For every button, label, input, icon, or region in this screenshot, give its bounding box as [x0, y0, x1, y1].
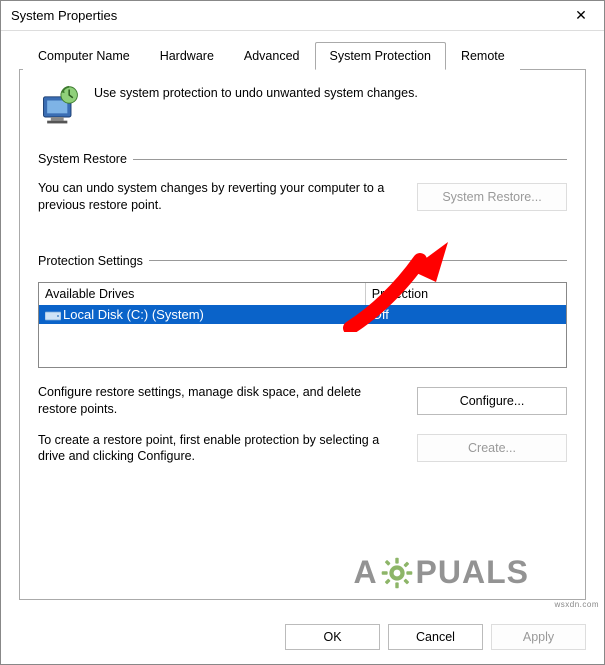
system-restore-text: You can undo system changes by reverting…: [38, 180, 403, 214]
create-row: To create a restore point, first enable …: [38, 432, 567, 466]
system-restore-group-header: System Restore: [38, 152, 567, 166]
close-icon: ✕: [575, 7, 587, 24]
system-restore-label: System Restore: [38, 152, 133, 166]
create-text: To create a restore point, first enable …: [38, 432, 403, 466]
apply-button[interactable]: Apply: [491, 624, 586, 650]
tab-hardware[interactable]: Hardware: [145, 42, 229, 70]
table-body: Local Disk (C:) (System) Off: [39, 305, 566, 367]
cancel-button[interactable]: Cancel: [388, 624, 483, 650]
drive-name: Local Disk (C:) (System): [63, 307, 204, 322]
protection-settings-group-header: Protection Settings: [38, 254, 567, 268]
titlebar: System Properties ✕: [1, 1, 604, 31]
col-protection[interactable]: Protection: [366, 283, 566, 305]
configure-button[interactable]: Configure...: [417, 387, 567, 415]
drive-protection: Off: [366, 305, 566, 324]
drives-table: Available Drives Protection Local Disk (…: [38, 282, 567, 368]
tab-computer-name[interactable]: Computer Name: [23, 42, 145, 70]
window-title: System Properties: [11, 8, 117, 23]
window: System Properties ✕ Computer Name Hardwa…: [0, 0, 605, 665]
dialog-footer: OK Cancel Apply: [1, 614, 604, 664]
system-restore-icon: [38, 84, 82, 128]
configure-row: Configure restore settings, manage disk …: [38, 384, 567, 418]
drive-icon: [45, 308, 61, 321]
system-restore-button[interactable]: System Restore...: [417, 183, 567, 211]
ok-button[interactable]: OK: [285, 624, 380, 650]
table-row[interactable]: Local Disk (C:) (System) Off: [39, 305, 566, 324]
tab-panel: Use system protection to undo unwanted s…: [19, 70, 586, 600]
intro-text: Use system protection to undo unwanted s…: [94, 84, 418, 100]
divider: [133, 159, 567, 160]
protection-settings-label: Protection Settings: [38, 254, 149, 268]
tab-advanced[interactable]: Advanced: [229, 42, 315, 70]
system-restore-row: You can undo system changes by reverting…: [38, 180, 567, 214]
close-button[interactable]: ✕: [558, 1, 604, 31]
col-drives[interactable]: Available Drives: [39, 283, 366, 305]
watermark-text: wsxdn.com: [554, 600, 599, 609]
configure-text: Configure restore settings, manage disk …: [38, 384, 403, 418]
content: Computer Name Hardware Advanced System P…: [1, 31, 604, 614]
table-header: Available Drives Protection: [39, 283, 566, 305]
intro-row: Use system protection to undo unwanted s…: [38, 84, 567, 128]
divider: [149, 260, 567, 261]
tab-remote[interactable]: Remote: [446, 42, 520, 70]
tab-system-protection[interactable]: System Protection: [315, 42, 446, 70]
create-button[interactable]: Create...: [417, 434, 567, 462]
tabstrip: Computer Name Hardware Advanced System P…: [19, 41, 586, 70]
